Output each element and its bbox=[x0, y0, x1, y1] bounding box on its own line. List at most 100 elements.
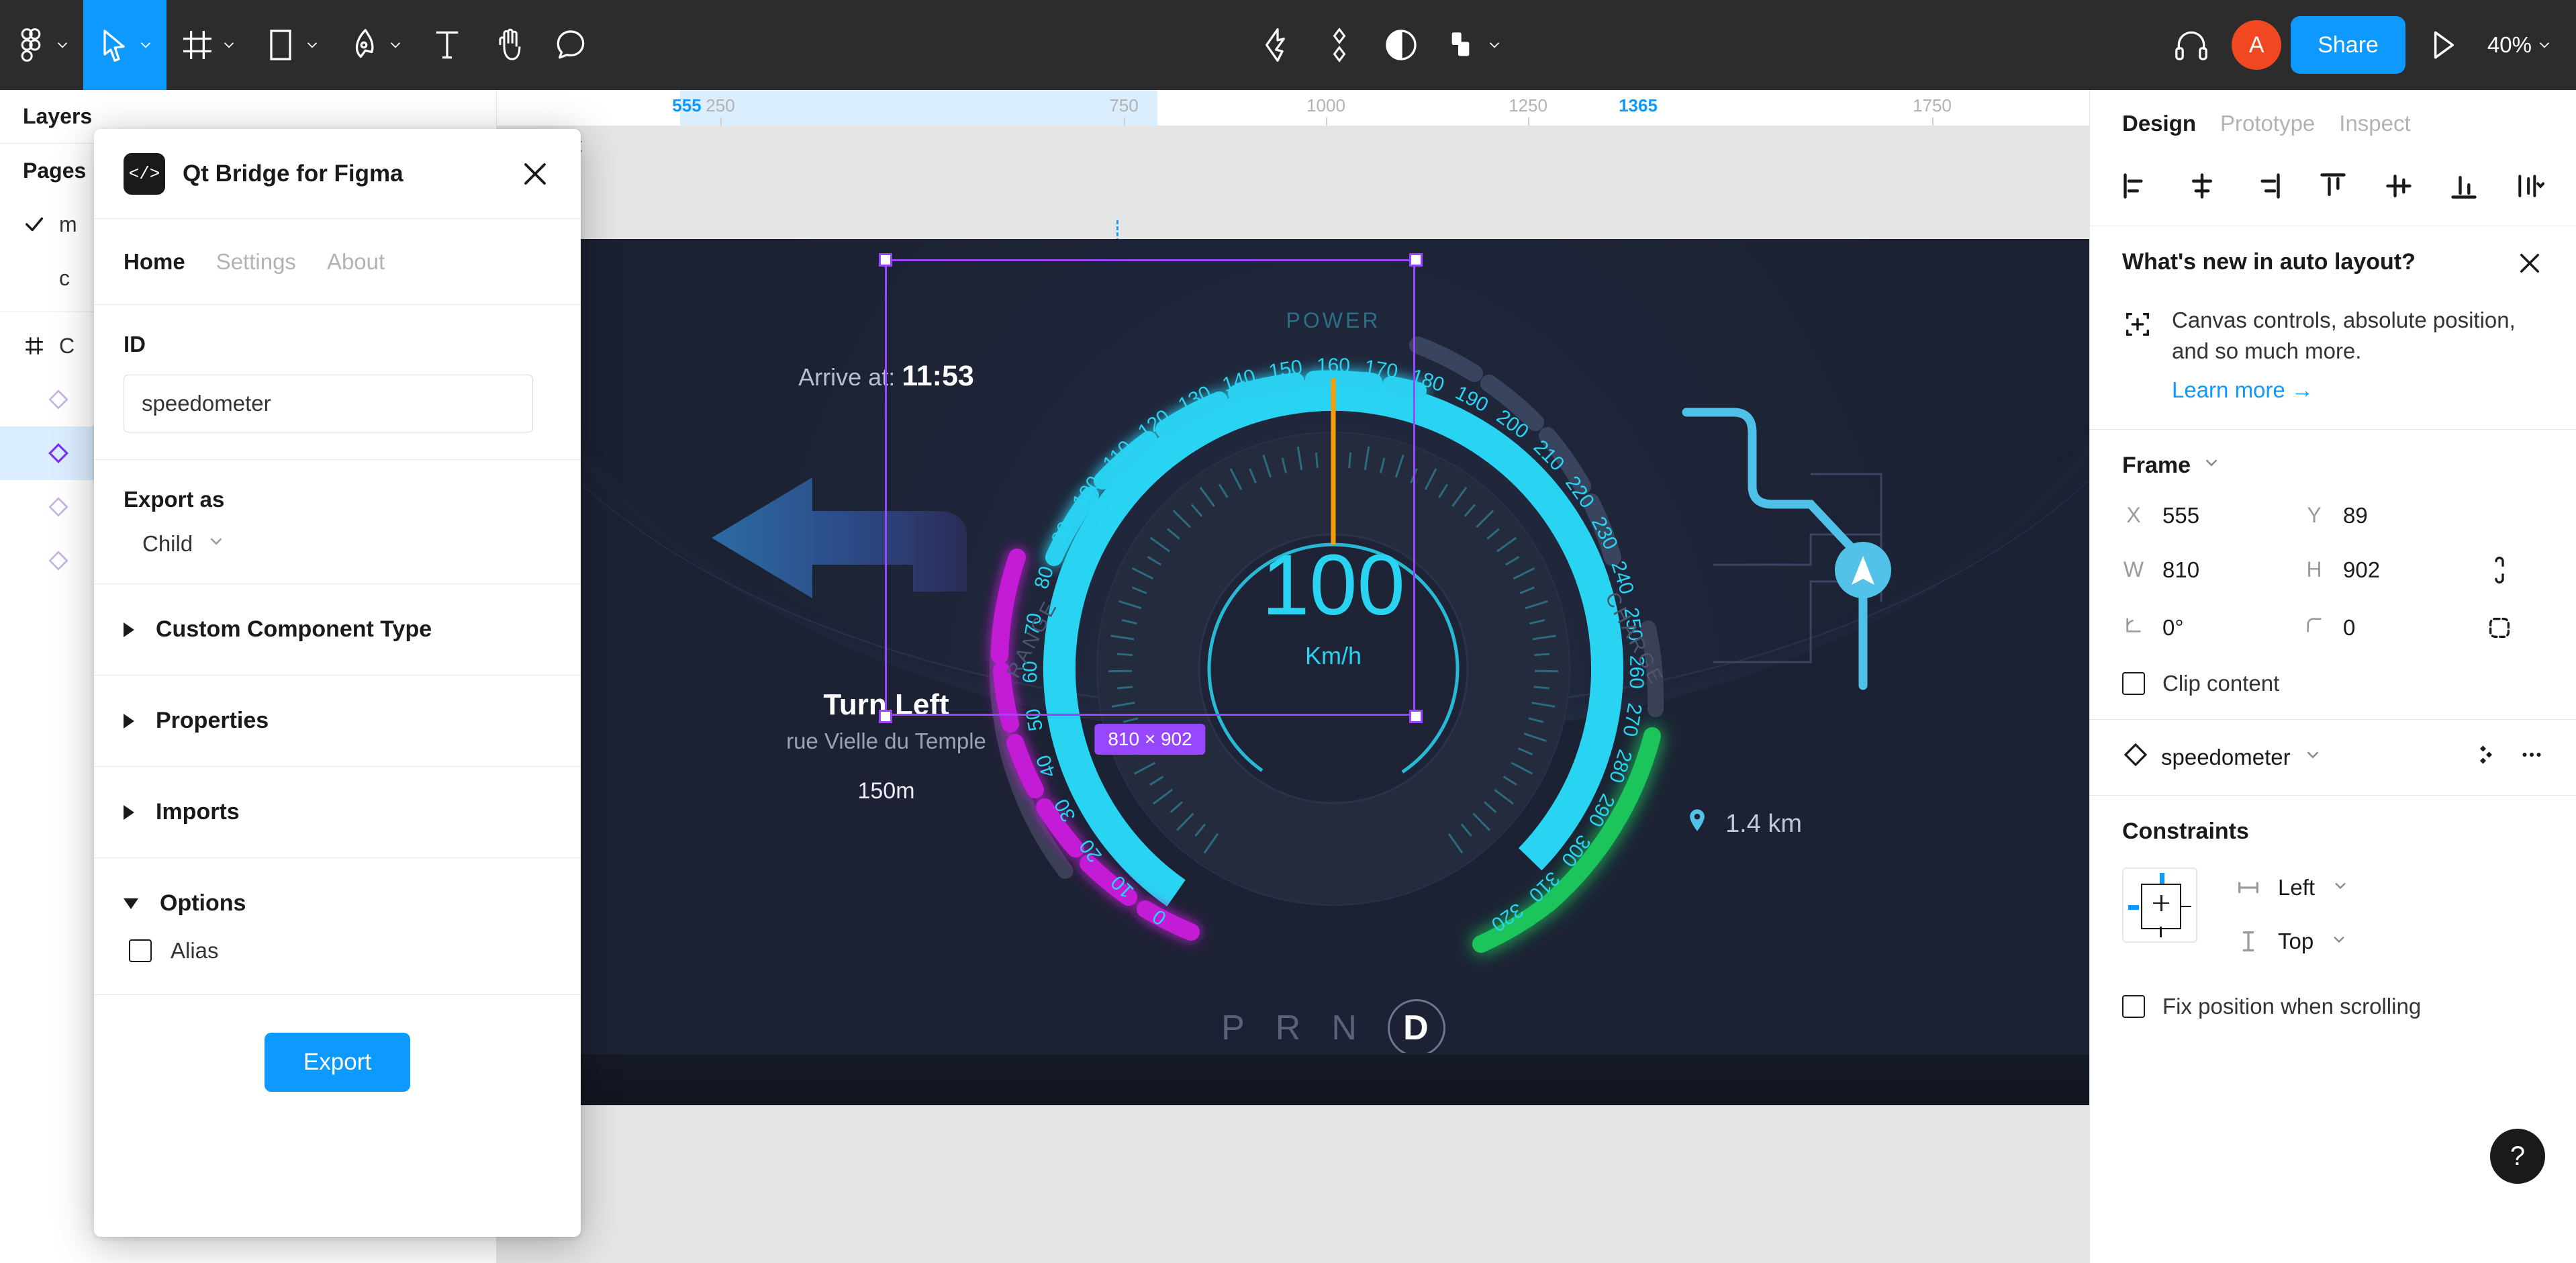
tab-prototype[interactable]: Prototype bbox=[2220, 111, 2315, 136]
y-value: 89 bbox=[2343, 502, 2368, 528]
resize-handle-bl[interactable] bbox=[879, 710, 892, 723]
component-actions bbox=[2474, 743, 2544, 772]
help-button[interactable]: ? bbox=[2490, 1129, 2545, 1184]
tab-settings[interactable]: Settings bbox=[216, 249, 296, 275]
figma-menu-button[interactable] bbox=[0, 0, 83, 90]
accordion-custom-component-type[interactable]: Custom Component Type bbox=[94, 584, 581, 675]
swap-component-icon[interactable] bbox=[2474, 743, 2498, 772]
proportion-lock-icon[interactable] bbox=[2483, 554, 2516, 586]
headphone-button[interactable] bbox=[2160, 0, 2222, 90]
ruler-selection-band bbox=[680, 90, 1157, 126]
chevron-down-icon[interactable] bbox=[2201, 453, 2222, 479]
contrast-button[interactable] bbox=[1370, 0, 1432, 90]
tab-home[interactable]: Home bbox=[124, 249, 185, 275]
actions-button[interactable] bbox=[1247, 0, 1308, 90]
corner-radius-icon bbox=[2303, 614, 2326, 641]
constraint-tick-bottom[interactable] bbox=[2160, 926, 2162, 937]
constraint-tick-right[interactable] bbox=[2181, 905, 2191, 908]
fix-position-checkbox[interactable] bbox=[2122, 994, 2145, 1018]
constraint-vertical-select[interactable]: Top bbox=[2235, 928, 2350, 955]
tab-inspect[interactable]: Inspect bbox=[2339, 111, 2410, 136]
resize-handle-tl[interactable] bbox=[879, 253, 892, 267]
accordion-imports[interactable]: Imports bbox=[94, 767, 581, 858]
align-vertical-center-icon[interactable] bbox=[2379, 167, 2418, 205]
width-field[interactable]: W 810 bbox=[2122, 557, 2303, 583]
horizontal-ruler[interactable]: 250 555 750 1000 1250 1365 1750 bbox=[497, 90, 2089, 126]
resize-handle-br[interactable] bbox=[1409, 710, 1423, 723]
text-tool-button[interactable] bbox=[416, 0, 478, 90]
zoom-control[interactable]: 40% bbox=[2478, 32, 2576, 58]
resize-handle-tr[interactable] bbox=[1409, 253, 1423, 267]
chevron-down-icon bbox=[220, 36, 238, 54]
independent-corners-icon[interactable] bbox=[2483, 612, 2516, 644]
artboard-cluster[interactable]: Arrive at: 11:53 Turn Left rue Vielle du… bbox=[577, 239, 2089, 1105]
shape-tool-button[interactable] bbox=[250, 0, 333, 90]
accordion-label: Options bbox=[160, 890, 246, 916]
chevron-down-icon bbox=[387, 36, 404, 54]
constraints-title: Constraints bbox=[2122, 818, 2249, 844]
x-field[interactable]: X 555 bbox=[2122, 503, 2303, 528]
clip-content-row[interactable]: Clip content bbox=[2122, 671, 2544, 696]
id-input[interactable]: speedometer bbox=[124, 375, 533, 432]
tab-about[interactable]: About bbox=[327, 249, 385, 275]
pen-tool-button[interactable] bbox=[333, 0, 416, 90]
align-horizontal-center-icon[interactable] bbox=[2183, 167, 2222, 205]
component-row[interactable]: speedometer bbox=[2090, 720, 2576, 796]
y-field[interactable]: Y 89 bbox=[2303, 503, 2483, 528]
close-icon[interactable] bbox=[519, 158, 551, 190]
corner-radius-field[interactable]: 0 bbox=[2303, 614, 2483, 641]
constraint-tick-left[interactable] bbox=[2128, 904, 2139, 910]
page-item-label: m bbox=[59, 212, 77, 236]
learn-more-link[interactable]: Learn more → bbox=[2172, 375, 2313, 406]
constraints-widget[interactable] bbox=[2122, 867, 2197, 943]
share-button[interactable]: Share bbox=[2291, 16, 2405, 74]
avatar[interactable]: A bbox=[2232, 20, 2282, 70]
accordion-properties[interactable]: Properties bbox=[94, 675, 581, 767]
frame-tool-button[interactable] bbox=[166, 0, 250, 90]
clip-content-checkbox[interactable] bbox=[2122, 671, 2145, 695]
tab-design[interactable]: Design bbox=[2122, 111, 2196, 136]
layer-item-label: C bbox=[59, 333, 75, 358]
align-right-icon[interactable] bbox=[2248, 167, 2287, 205]
turn-distance-value: 150 bbox=[857, 778, 896, 804]
canvas[interactable]: erArt Arrive at: 11:53 bbox=[497, 126, 2089, 1263]
export-button[interactable]: Export bbox=[264, 1033, 411, 1092]
fix-position-row[interactable]: Fix position when scrolling bbox=[2122, 994, 2544, 1019]
ruler-tick: 1250 bbox=[1509, 95, 1547, 115]
rectangle-icon bbox=[262, 26, 299, 64]
right-sidebar: Design Prototype Inspect What's new in a… bbox=[2089, 90, 2576, 1263]
components-button[interactable] bbox=[1308, 0, 1370, 90]
id-label: ID bbox=[124, 332, 146, 357]
align-left-icon[interactable] bbox=[2117, 167, 2156, 205]
present-button[interactable] bbox=[2405, 26, 2478, 64]
chevron-down-icon[interactable] bbox=[2331, 875, 2350, 900]
height-field[interactable]: H 902 bbox=[2303, 557, 2483, 583]
layers-stack-button[interactable] bbox=[1432, 0, 1515, 90]
w-label: W bbox=[2123, 557, 2144, 582]
frame-section-header[interactable]: Frame bbox=[2122, 453, 2544, 479]
align-bottom-icon[interactable] bbox=[2444, 167, 2483, 205]
hand-tool-button[interactable] bbox=[478, 0, 540, 90]
export-as-select[interactable]: Child bbox=[124, 531, 551, 557]
chevron-down-icon[interactable] bbox=[2330, 929, 2348, 954]
more-options-icon[interactable] bbox=[2520, 743, 2544, 772]
rotation-field[interactable]: 0° bbox=[2122, 614, 2303, 641]
comment-tool-button[interactable] bbox=[540, 0, 602, 90]
h-value: 902 bbox=[2343, 557, 2381, 582]
constraint-horizontal-select[interactable]: Left bbox=[2235, 874, 2350, 901]
constraint-tick-top[interactable] bbox=[2160, 872, 2164, 884]
alias-row[interactable]: Alias bbox=[124, 938, 551, 964]
accordion-options[interactable]: Options bbox=[94, 858, 581, 938]
close-icon[interactable] bbox=[2516, 249, 2544, 283]
chevron-down-icon[interactable] bbox=[2303, 745, 2323, 770]
ruler-tick: 750 bbox=[1109, 95, 1139, 115]
frame-icon bbox=[179, 26, 216, 64]
options-body: Alias bbox=[94, 938, 581, 995]
distribute-icon[interactable] bbox=[2510, 167, 2549, 205]
alias-checkbox[interactable] bbox=[129, 939, 152, 962]
move-tool-button[interactable] bbox=[83, 0, 166, 90]
layers-stack-icon bbox=[1444, 26, 1482, 64]
ruler-tick: 1750 bbox=[1913, 95, 1952, 115]
ruler-tick: 250 bbox=[706, 95, 735, 115]
align-top-icon[interactable] bbox=[2313, 167, 2352, 205]
